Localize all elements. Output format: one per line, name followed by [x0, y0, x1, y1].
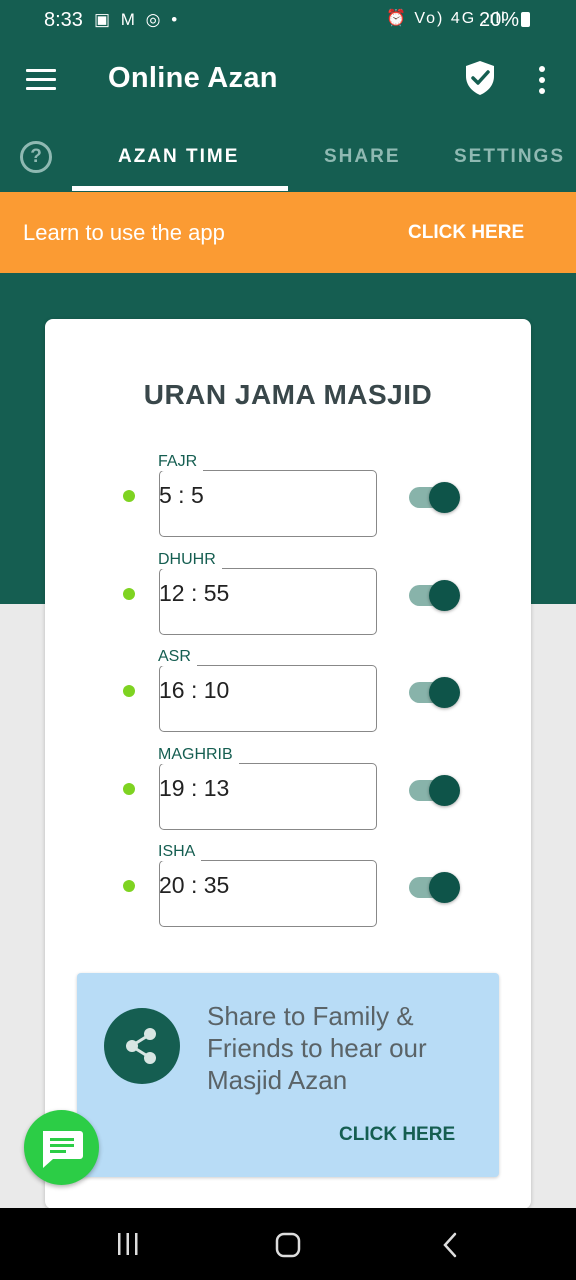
asr-toggle[interactable] [409, 677, 460, 708]
tab-azan-time[interactable]: AZAN TIME [118, 146, 239, 168]
status-dot [123, 783, 135, 795]
status-dot [123, 490, 135, 502]
shield-check-icon[interactable] [464, 60, 496, 96]
prayer-row-asr: ASR 16 : 10 [45, 647, 531, 732]
share-box: Share to Family & Friends to hear our Ma… [77, 973, 499, 1177]
battery-icon [521, 12, 531, 27]
asr-time-value: 16 : 10 [159, 677, 230, 703]
system-nav-bar [0, 1208, 576, 1280]
dhuhr-toggle[interactable] [409, 580, 460, 611]
app-bar: Online Azan [0, 40, 576, 120]
toggle-knob [429, 872, 460, 903]
share-click-here-button[interactable]: CLICK HERE [339, 1124, 455, 1146]
chat-fab[interactable] [24, 1110, 99, 1185]
asr-label: ASR [158, 648, 197, 666]
share-icon [126, 1028, 156, 1064]
learn-banner: Learn to use the app CLICK HERE [0, 192, 576, 273]
maghrib-time-value: 19 : 13 [159, 775, 230, 801]
dhuhr-label: DHUHR [158, 551, 222, 569]
status-dot [123, 880, 135, 892]
battery-level: 20% [479, 9, 531, 32]
toggle-knob [429, 580, 460, 611]
share-button[interactable] [104, 1008, 180, 1084]
notification-icons: ▣ M ◎ • [94, 10, 181, 29]
fajr-time-value: 5 : 5 [159, 482, 204, 508]
toggle-knob [429, 482, 460, 513]
recent-apps-icon[interactable] [116, 1232, 140, 1256]
toggle-knob [429, 775, 460, 806]
fajr-toggle[interactable] [409, 482, 460, 513]
masjid-card: URAN JAMA MASJID FAJR 5 : 5 DHUHR 12 : 5… [45, 319, 531, 1209]
dhuhr-time-value: 12 : 55 [159, 580, 230, 606]
learn-click-here-button[interactable]: CLICK HERE [408, 222, 524, 244]
status-time: 8:33 [44, 9, 83, 31]
toggle-knob [429, 677, 460, 708]
more-vert-icon[interactable] [535, 66, 549, 96]
tab-bar: ? AZAN TIME SHARE SETTINGS [0, 120, 576, 192]
isha-time-value: 20 : 35 [159, 872, 230, 898]
tab-share[interactable]: SHARE [324, 146, 401, 168]
prayer-row-fajr: FAJR 5 : 5 [45, 452, 531, 537]
isha-toggle[interactable] [409, 872, 460, 903]
app-title: Online Azan [108, 62, 278, 94]
home-icon[interactable] [275, 1232, 301, 1258]
isha-label: ISHA [158, 843, 202, 861]
masjid-name: URAN JAMA MASJID [143, 379, 433, 410]
tab-indicator [72, 186, 288, 191]
maghrib-toggle[interactable] [409, 775, 460, 806]
help-icon[interactable]: ? [20, 141, 52, 173]
learn-banner-text: Learn to use the app [23, 220, 225, 245]
prayer-row-isha: ISHA 20 : 35 [45, 842, 531, 927]
status-bar: 8:33 ▣ M ◎ • ⏰ Vo) 4G .ıll 20% [0, 0, 576, 40]
status-dot [123, 588, 135, 600]
prayer-row-dhuhr: DHUHR 12 : 55 [45, 550, 531, 635]
chat-icon [43, 1131, 83, 1168]
share-message: Share to Family & Friends to hear our Ma… [207, 1001, 427, 1095]
status-dot [123, 685, 135, 697]
menu-icon[interactable] [26, 69, 56, 91]
prayer-row-maghrib: MAGHRIB 19 : 13 [45, 745, 531, 830]
maghrib-label: MAGHRIB [158, 746, 239, 764]
back-icon[interactable] [440, 1232, 460, 1258]
fajr-label: FAJR [158, 453, 204, 471]
tab-settings[interactable]: SETTINGS [454, 146, 565, 168]
